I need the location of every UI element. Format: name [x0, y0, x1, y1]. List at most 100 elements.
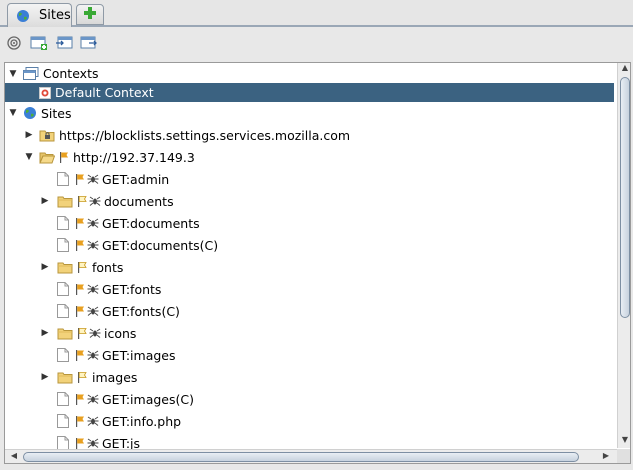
flag-icon: [77, 371, 87, 383]
flag-icon: [75, 239, 85, 251]
context-target-icon: [39, 86, 51, 99]
sites-label: Sites: [41, 105, 72, 121]
collapse-arrow-icon[interactable]: ▼: [7, 68, 19, 80]
flag-icon: [75, 173, 85, 185]
toolbar: [0, 27, 633, 61]
toggle-spacer: [39, 239, 51, 251]
folder-label: fonts: [92, 259, 124, 275]
flag-icon: [77, 261, 87, 273]
document-icon: [57, 282, 69, 296]
tree-row-contexts[interactable]: ▼ Contexts: [5, 64, 614, 83]
scroll-up-arrow-icon[interactable]: ▲: [618, 63, 630, 72]
tree-row-site[interactable]: ▼ http://192.37.149.3: [5, 146, 614, 168]
document-icon: [57, 216, 69, 230]
tab-sites[interactable]: Sites: [7, 3, 72, 27]
toggle-spacer: [39, 393, 51, 405]
export-context-button[interactable]: [79, 34, 99, 54]
collapse-arrow-icon[interactable]: ▼: [7, 107, 19, 119]
tree-row-request[interactable]: GET:images(C): [5, 388, 614, 410]
tree-row-request[interactable]: GET:documents(C): [5, 234, 614, 256]
toggle-spacer: [39, 349, 51, 361]
globe-icon: [23, 106, 37, 120]
request-label: GET:documents(C): [102, 237, 219, 253]
new-context-button[interactable]: [29, 34, 49, 54]
expand-arrow-icon[interactable]: ▶: [23, 129, 35, 141]
horizontal-scrollbar[interactable]: ◀ ▶: [5, 449, 617, 463]
import-context-button[interactable]: [54, 34, 74, 54]
tree-row-default-context[interactable]: Default Context: [5, 83, 614, 102]
folder-icon: [57, 194, 73, 208]
vertical-scroll-thumb[interactable]: [620, 77, 630, 318]
request-label: GET:documents: [102, 215, 200, 231]
new-context-icon: [30, 35, 48, 54]
folder-icon: [57, 370, 73, 384]
document-icon: [57, 304, 69, 318]
folder-label: icons: [104, 325, 137, 341]
vertical-scrollbar[interactable]: ▲ ▼: [617, 63, 630, 448]
document-icon: [57, 238, 69, 252]
contexts-icon: [23, 66, 39, 81]
flag-icon: [75, 283, 85, 295]
expand-arrow-icon[interactable]: ▶: [39, 327, 51, 339]
add-tab-button[interactable]: [76, 4, 104, 25]
toggle-spacer: [39, 217, 51, 229]
document-icon: [57, 348, 69, 362]
tree-row-request[interactable]: GET:fonts(C): [5, 300, 614, 322]
folder-label: images: [92, 369, 138, 385]
site-label: https://blocklists.settings.services.moz…: [59, 127, 351, 143]
tree-row-request[interactable]: GET:fonts: [5, 278, 614, 300]
spider-icon: [87, 415, 99, 427]
scroll-right-arrow-icon[interactable]: ▶: [599, 451, 613, 460]
document-icon: [57, 414, 69, 428]
tree-row-site[interactable]: ▶ https://blocklists.settings.services.m…: [5, 124, 614, 146]
target-button[interactable]: [4, 34, 24, 54]
spider-icon: [87, 437, 99, 449]
site-label: http://192.37.149.3: [73, 149, 195, 165]
spider-icon: [87, 239, 99, 251]
expand-arrow-icon[interactable]: ▶: [39, 371, 51, 383]
spider-icon: [87, 173, 99, 185]
spider-icon: [87, 349, 99, 361]
flag-icon: [75, 415, 85, 427]
request-label: GET:images: [102, 347, 176, 363]
expand-arrow-icon[interactable]: ▶: [39, 261, 51, 273]
expand-arrow-icon[interactable]: ▶: [39, 195, 51, 207]
default-context-label: Default Context: [55, 85, 154, 100]
tree-row-request[interactable]: GET:admin: [5, 168, 614, 190]
folder-label: documents: [104, 193, 174, 209]
toggle-spacer: [39, 415, 51, 427]
folder-icon: [57, 260, 73, 274]
horizontal-scroll-thumb[interactable]: [23, 452, 579, 462]
tab-strip: Sites: [0, 0, 633, 27]
tree-row-request[interactable]: GET:info.php: [5, 410, 614, 432]
request-label: GET:fonts: [102, 281, 162, 297]
document-icon: [57, 436, 69, 450]
flag-icon: [77, 195, 87, 207]
document-icon: [57, 392, 69, 406]
tree-row-request[interactable]: GET:documents: [5, 212, 614, 234]
flag-icon: [75, 305, 85, 317]
locked-folder-icon: [39, 128, 55, 142]
tree-row-request[interactable]: GET:images: [5, 344, 614, 366]
tree-row-folder[interactable]: ▶ images: [5, 366, 614, 388]
sites-tree-panel: ▼ Contexts Default Context ▼ Sites ▶ htt…: [4, 62, 631, 464]
tree-row-folder[interactable]: ▶ icons: [5, 322, 614, 344]
request-label: GET:images(C): [102, 391, 194, 407]
toggle-spacer: [39, 173, 51, 185]
request-label: GET:fonts(C): [102, 303, 180, 319]
toggle-spacer: [39, 437, 51, 449]
scroll-left-arrow-icon[interactable]: ◀: [7, 451, 21, 460]
spider-icon: [87, 283, 99, 295]
plus-icon: [83, 6, 97, 23]
open-folder-icon: [39, 150, 55, 164]
globe-icon: [16, 9, 30, 23]
toggle-spacer: [39, 305, 51, 317]
tree-row-folder[interactable]: ▶ documents: [5, 190, 614, 212]
flag-icon: [77, 327, 87, 339]
tree-row-folder[interactable]: ▶ fonts: [5, 256, 614, 278]
tree-row-sites[interactable]: ▼ Sites: [5, 103, 614, 123]
collapse-arrow-icon[interactable]: ▼: [23, 151, 35, 163]
spider-icon: [89, 327, 101, 339]
tab-sites-label: Sites: [39, 8, 71, 23]
scroll-down-arrow-icon[interactable]: ▼: [618, 435, 630, 444]
